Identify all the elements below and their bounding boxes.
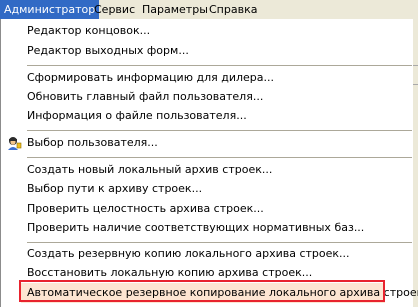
menu-item-label: Сформировать информацию для дилера... — [27, 71, 274, 84]
menu-service[interactable]: Сервис — [90, 0, 139, 19]
menu-item-label: Редактор выходных форм... — [27, 44, 189, 57]
menu-bar: Администратор Сервис Параметры Справка — [0, 0, 418, 19]
menu-item-label: Создать резервную копию локального архив… — [27, 247, 350, 260]
menu-separator — [27, 65, 412, 66]
menu-item-label: Выбор пути к архиву строек... — [27, 182, 203, 195]
menu-item-update-user-file[interactable]: Обновить главный файл пользователя... — [1, 87, 413, 107]
menu-parameters[interactable]: Параметры — [138, 0, 212, 19]
menu-item-user-file-info[interactable]: Информация о файле пользователя... — [1, 106, 413, 126]
menu-item-create-local-archive[interactable]: Создать новый локальный архив строек... — [1, 160, 413, 180]
menu-item-create-backup[interactable]: Создать резервную копию локального архив… — [1, 244, 413, 264]
menu-item-footer-editor[interactable]: Редактор концовок... — [1, 21, 413, 41]
menu-separator — [27, 130, 412, 131]
menu-administrator[interactable]: Администратор — [0, 0, 100, 19]
menu-item-label: Выбор пользователя... — [27, 136, 158, 149]
menu-item-output-forms-editor[interactable]: Редактор выходных форм... — [1, 41, 413, 61]
menu-item-archive-path[interactable]: Выбор пути к архиву строек... — [1, 179, 413, 199]
menu-item-check-archive-integrity[interactable]: Проверить целостность архива строек... — [1, 199, 413, 219]
menu-item-label: Редактор концовок... — [27, 24, 151, 37]
menu-item-label: Проверить целостность архива строек... — [27, 202, 264, 215]
menu-item-dealer-info[interactable]: Сформировать информацию для дилера... — [1, 68, 413, 88]
administrator-dropdown-menu: Редактор концовок... Редактор выходных ф… — [0, 19, 418, 307]
menu-item-check-norm-bases[interactable]: Проверить наличие соответствующих нормат… — [1, 218, 413, 238]
menu-separator — [27, 242, 412, 243]
menu-item-label: Информация о файле пользователя... — [27, 109, 247, 122]
menu-item-label: Обновить главный файл пользователя... — [27, 90, 264, 103]
background-window-edge — [413, 19, 418, 307]
menu-separator — [27, 157, 412, 158]
menu-item-label: Проверить наличие соответствующих нормат… — [27, 221, 365, 234]
menu-help[interactable]: Справка — [205, 0, 261, 19]
menu-item-label: Создать новый локальный архив строек... — [27, 163, 273, 176]
user-icon — [6, 136, 22, 150]
highlight-annotation-box — [19, 280, 385, 302]
menu-item-select-user[interactable]: Выбор пользователя... — [1, 133, 413, 153]
